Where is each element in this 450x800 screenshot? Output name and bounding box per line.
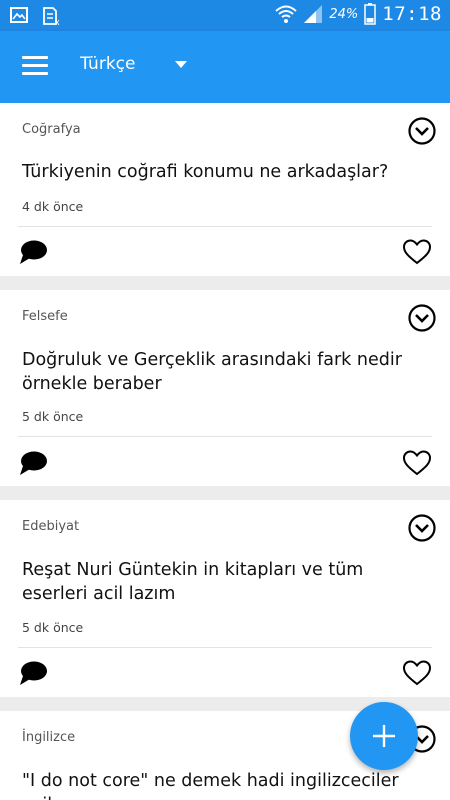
heart-icon[interactable]: [402, 239, 432, 265]
sim-card-icon: x: [43, 7, 60, 25]
signal-icon: [304, 5, 323, 23]
question-card[interactable]: Felsefe Doğruluk ve Gerçeklik arasındaki…: [0, 290, 450, 486]
status-bar: x 24% 17:18: [0, 0, 450, 31]
expand-chevron-icon[interactable]: [408, 514, 436, 542]
question-card[interactable]: Edebiyat Reşat Nuri Güntekin in kitaplar…: [0, 500, 450, 697]
plus-icon: [373, 725, 395, 747]
language-label: Türkçe: [80, 54, 136, 74]
battery-icon: [364, 3, 377, 25]
question-category: Coğrafya: [22, 122, 81, 137]
question-card[interactable]: Coğrafya Türkiyenin coğrafi konumu ne ar…: [0, 103, 450, 276]
question-category: İngilizce: [22, 730, 76, 745]
comment-icon[interactable]: [18, 660, 48, 686]
heart-icon[interactable]: [402, 450, 432, 476]
divider: [18, 436, 432, 437]
hamburger-menu-icon[interactable]: [22, 56, 48, 78]
app-bar: Türkçe: [0, 31, 450, 103]
svg-text:x: x: [55, 17, 60, 25]
wifi-icon: [275, 5, 298, 23]
expand-chevron-icon[interactable]: [408, 304, 436, 332]
battery-percent: 24%: [329, 6, 359, 22]
question-category: Felsefe: [22, 309, 68, 324]
language-dropdown[interactable]: Türkçe: [80, 54, 188, 74]
clock: 17:18: [382, 3, 442, 25]
heart-icon[interactable]: [402, 660, 432, 686]
question-text[interactable]: "I do not core" ne demek hadi ingilizcec…: [22, 769, 432, 800]
gallery-icon: [10, 7, 28, 23]
expand-chevron-icon[interactable]: [408, 117, 436, 145]
question-text[interactable]: Türkiyenin coğrafi konumu ne arkadaşlar?: [22, 160, 432, 184]
question-category: Edebiyat: [22, 519, 80, 534]
divider: [18, 226, 432, 227]
question-text[interactable]: Doğruluk ve Gerçeklik arasındaki fark ne…: [22, 348, 432, 396]
question-time: 5 dk önce: [22, 409, 84, 424]
caret-down-icon: [175, 60, 188, 68]
question-time: 5 dk önce: [22, 620, 84, 635]
comment-icon[interactable]: [18, 450, 48, 476]
question-text[interactable]: Reşat Nuri Güntekin in kitapları ve tüm …: [22, 558, 432, 606]
comment-icon[interactable]: [18, 239, 48, 265]
question-time: 4 dk önce: [22, 199, 84, 214]
add-question-button[interactable]: [350, 702, 418, 770]
divider: [18, 647, 432, 648]
